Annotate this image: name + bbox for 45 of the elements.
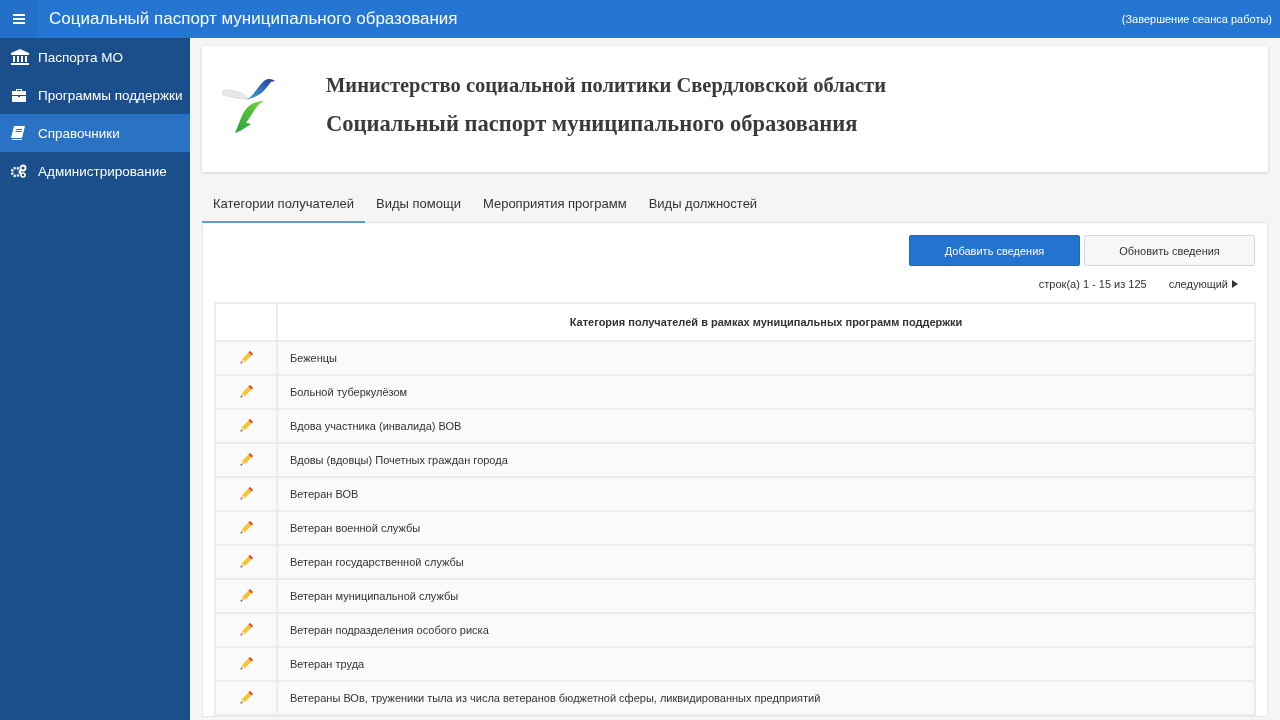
table-cell: Ветераны ВОв, труженики тыла из числа ветеранов бюджетной сферы, ликвидированных предприятий <box>277 681 1255 715</box>
pencil-icon[interactable] <box>238 485 254 501</box>
column-header: Категория получателей в рамках муниципальных программ поддержки <box>277 303 1255 341</box>
system-title: Социальный паспорт муниципального образования <box>326 110 859 137</box>
tab[interactable]: Виды помощи <box>365 187 472 223</box>
pencil-icon[interactable] <box>238 621 254 637</box>
triangle-right-icon <box>1232 280 1238 288</box>
tab[interactable]: Мероприятия программ <box>471 187 638 223</box>
table-cell: Вдовы (вдовцы) Почетных граждан города <box>277 443 1255 477</box>
bank-icon <box>11 49 29 65</box>
pencil-icon[interactable] <box>238 587 254 603</box>
pencil-icon[interactable] <box>238 519 254 535</box>
table-cell: Вдова участника (инвалида) ВОВ <box>277 409 1255 443</box>
sidebar-item[interactable]: Паспорта МО <box>0 38 190 76</box>
menu-button[interactable] <box>0 0 37 38</box>
refresh-button[interactable]: Обновить сведения <box>1084 235 1255 266</box>
table-cell: Ветеран труда <box>277 647 1255 681</box>
app-title: Социальный паспорт муниципального образования <box>49 9 459 29</box>
menu-icon <box>12 14 25 24</box>
pencil-icon[interactable] <box>238 349 254 365</box>
next-page-link[interactable]: следующий <box>1168 278 1238 290</box>
tab[interactable]: Виды должностей <box>637 187 769 223</box>
ministry-name: Министерство социальной политики Свердловской области <box>326 73 886 97</box>
table-cell: Ветеран государственной службы <box>277 545 1255 579</box>
row-range-text: строк(а) 1 - 15 из 125 <box>1038 278 1147 290</box>
table-cell: Больной туберкулёзом <box>277 375 1255 409</box>
table-cell: Ветеран подразделения особого риска <box>277 613 1255 647</box>
table-cell: Ветеран ВОВ <box>277 477 1255 511</box>
gears-icon <box>11 164 27 178</box>
table-cell: Беженцы <box>277 341 1255 375</box>
briefcase-icon <box>11 88 27 102</box>
table-cell: Ветеран муниципальной службы <box>277 579 1255 613</box>
table-cell: Ветеран военной службы <box>277 511 1255 545</box>
pencil-icon[interactable] <box>238 689 254 705</box>
sidebar-item[interactable]: Администрирование <box>0 152 190 190</box>
pencil-icon[interactable] <box>238 655 254 671</box>
pencil-icon[interactable] <box>238 417 254 433</box>
add-button[interactable]: Добавить сведения <box>909 235 1080 266</box>
pencil-icon[interactable] <box>238 383 254 399</box>
pencil-icon[interactable] <box>238 553 254 569</box>
sidebar-item[interactable]: Программы поддержки <box>0 76 190 114</box>
pencil-icon[interactable] <box>238 451 254 467</box>
logout-link[interactable]: (Завершение сеанса работы) <box>1121 13 1272 25</box>
book-icon <box>11 126 25 140</box>
sidebar-item[interactable]: Справочники <box>0 114 190 152</box>
